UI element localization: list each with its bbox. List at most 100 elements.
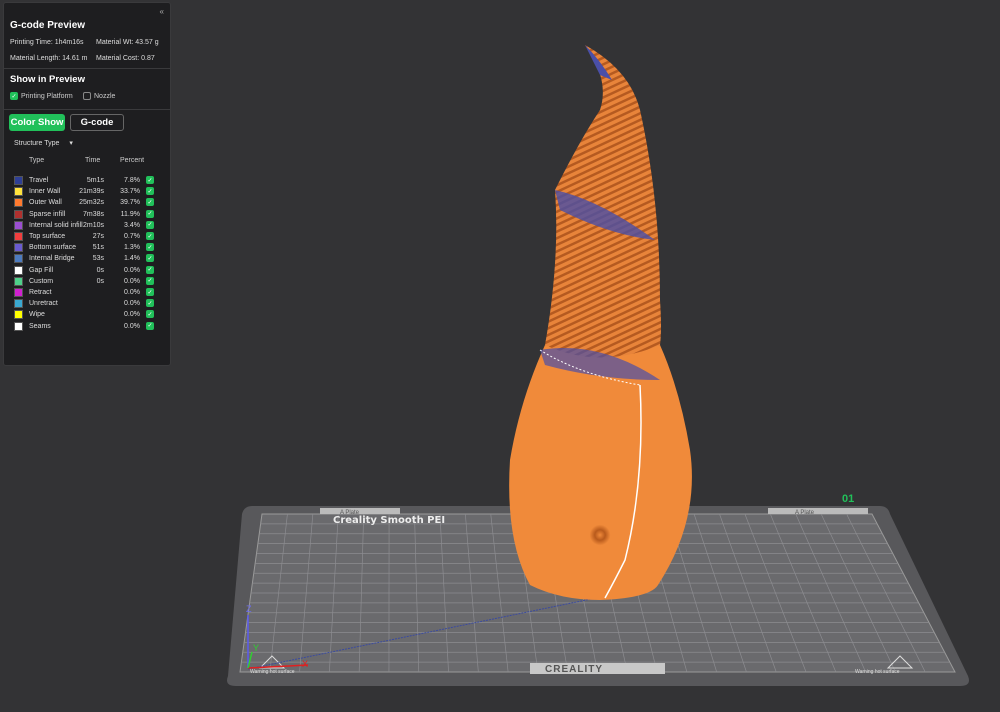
nozzle-checkbox[interactable]: Nozzle bbox=[83, 92, 115, 100]
printing-platform-label: Printing Platform bbox=[21, 93, 73, 100]
visibility-checkbox[interactable]: ✓ bbox=[146, 198, 154, 206]
color-swatch[interactable] bbox=[14, 198, 23, 207]
structure-percent: 3.4% bbox=[124, 222, 140, 229]
visibility-checkbox[interactable]: ✓ bbox=[146, 176, 154, 184]
color-show-button[interactable]: Color Show bbox=[9, 114, 65, 131]
structure-row: Top surface 27s 0.7% ✓ bbox=[14, 232, 154, 242]
structure-time: 27s bbox=[93, 233, 104, 240]
color-swatch[interactable] bbox=[14, 254, 23, 263]
printing-platform-checkbox[interactable]: ✓Printing Platform bbox=[10, 92, 73, 100]
structure-time: 7m38s bbox=[83, 211, 104, 218]
visibility-checkbox[interactable]: ✓ bbox=[146, 254, 154, 262]
bed-text: Creality Smooth PEI bbox=[333, 515, 445, 526]
color-swatch[interactable] bbox=[14, 266, 23, 275]
structure-time: 51s bbox=[93, 244, 104, 251]
structure-name: Internal solid infill bbox=[29, 222, 83, 229]
col-percent: Percent bbox=[120, 157, 144, 164]
structure-row: Sparse infill 7m38s 11.9% ✓ bbox=[14, 210, 154, 220]
structure-time: 25m32s bbox=[79, 199, 104, 206]
color-swatch[interactable] bbox=[14, 243, 23, 252]
gcode-preview-panel: « G-code Preview Printing Time: 1h4m16s … bbox=[3, 2, 171, 366]
checkbox-empty-icon bbox=[83, 92, 91, 100]
structure-time: 5m1s bbox=[87, 177, 104, 184]
color-swatch[interactable] bbox=[14, 310, 23, 319]
color-swatch[interactable] bbox=[14, 187, 23, 196]
structure-name: Travel bbox=[29, 177, 48, 184]
structure-name: Retract bbox=[29, 289, 52, 296]
structure-time: 53s bbox=[93, 255, 104, 262]
structure-row: Outer Wall 25m32s 39.7% ✓ bbox=[14, 198, 154, 208]
structure-name: Gap Fill bbox=[29, 267, 53, 274]
plate-label-left: A Plate bbox=[340, 510, 360, 516]
structure-name: Outer Wall bbox=[29, 199, 62, 206]
visibility-checkbox[interactable]: ✓ bbox=[146, 288, 154, 296]
color-swatch[interactable] bbox=[14, 221, 23, 230]
structure-name: Unretract bbox=[29, 300, 58, 307]
show-in-preview-heading: Show in Preview bbox=[10, 74, 85, 85]
structure-type-dropdown[interactable]: Structure Type ▾ bbox=[14, 139, 73, 147]
structure-percent: 39.7% bbox=[120, 199, 140, 206]
structure-percent: 0.7% bbox=[124, 233, 140, 240]
visibility-checkbox[interactable]: ✓ bbox=[146, 232, 154, 240]
structure-percent: 0.0% bbox=[124, 289, 140, 296]
gcode-button[interactable]: G-code bbox=[70, 114, 124, 131]
structure-name: Internal Bridge bbox=[29, 255, 75, 262]
structure-name: Inner Wall bbox=[29, 188, 60, 195]
svg-text:Y: Y bbox=[253, 643, 259, 653]
visibility-checkbox[interactable]: ✓ bbox=[146, 299, 154, 307]
structure-name: Seams bbox=[29, 323, 51, 330]
color-swatch[interactable] bbox=[14, 299, 23, 308]
structure-row: Internal Bridge 53s 1.4% ✓ bbox=[14, 254, 154, 264]
visibility-checkbox[interactable]: ✓ bbox=[146, 277, 154, 285]
structure-time: 0s bbox=[97, 278, 104, 285]
structure-percent: 7.8% bbox=[124, 177, 140, 184]
structure-row: Internal solid infill 2m10s 3.4% ✓ bbox=[14, 221, 154, 231]
structure-row: Unretract 0.0% ✓ bbox=[14, 299, 154, 309]
svg-text:X: X bbox=[302, 659, 308, 669]
visibility-checkbox[interactable]: ✓ bbox=[146, 221, 154, 229]
caret-down-icon: ▾ bbox=[69, 140, 73, 147]
structure-time: 21m39s bbox=[79, 188, 104, 195]
structure-percent: 0.0% bbox=[124, 278, 140, 285]
warning-right: Warning hot surface bbox=[855, 669, 900, 675]
structure-name: Sparse infill bbox=[29, 211, 65, 218]
material-cost: Material Cost: 0.87 bbox=[96, 55, 155, 62]
structure-row: Retract 0.0% ✓ bbox=[14, 288, 154, 298]
structure-row: Inner Wall 21m39s 33.7% ✓ bbox=[14, 187, 154, 197]
structure-percent: 0.0% bbox=[124, 323, 140, 330]
structure-row: Bottom surface 51s 1.3% ✓ bbox=[14, 243, 154, 253]
structure-name: Wipe bbox=[29, 311, 45, 318]
collapse-panel-icon[interactable]: « bbox=[160, 7, 164, 16]
check-icon: ✓ bbox=[10, 92, 18, 100]
structure-name: Top surface bbox=[29, 233, 65, 240]
panel-title: G-code Preview bbox=[10, 20, 85, 31]
material-length: Material Length: 14.61 m bbox=[10, 55, 87, 62]
divider bbox=[4, 68, 170, 69]
structure-row: Custom 0s 0.0% ✓ bbox=[14, 277, 154, 287]
visibility-checkbox[interactable]: ✓ bbox=[146, 243, 154, 251]
color-swatch[interactable] bbox=[14, 210, 23, 219]
structure-percent: 0.0% bbox=[124, 300, 140, 307]
divider bbox=[4, 109, 170, 110]
structure-row: Wipe 0.0% ✓ bbox=[14, 310, 154, 320]
structure-percent: 33.7% bbox=[120, 188, 140, 195]
color-swatch[interactable] bbox=[14, 288, 23, 297]
material-weight: Material Wt: 43.57 g bbox=[96, 39, 159, 46]
structure-row: Seams 0.0% ✓ bbox=[14, 322, 154, 332]
col-time: Time bbox=[85, 157, 100, 164]
gcode-model-vase[interactable] bbox=[509, 45, 692, 600]
visibility-checkbox[interactable]: ✓ bbox=[146, 210, 154, 218]
color-swatch[interactable] bbox=[14, 176, 23, 185]
svg-text:Z: Z bbox=[246, 604, 252, 614]
color-swatch[interactable] bbox=[14, 232, 23, 241]
visibility-checkbox[interactable]: ✓ bbox=[146, 266, 154, 274]
color-swatch[interactable] bbox=[14, 277, 23, 286]
structure-time: 2m10s bbox=[83, 222, 104, 229]
color-swatch[interactable] bbox=[14, 322, 23, 331]
structure-percent: 0.0% bbox=[124, 311, 140, 318]
visibility-checkbox[interactable]: ✓ bbox=[146, 310, 154, 318]
nozzle-label: Nozzle bbox=[94, 93, 115, 100]
visibility-checkbox[interactable]: ✓ bbox=[146, 187, 154, 195]
visibility-checkbox[interactable]: ✓ bbox=[146, 322, 154, 330]
col-type: Type bbox=[29, 157, 44, 164]
